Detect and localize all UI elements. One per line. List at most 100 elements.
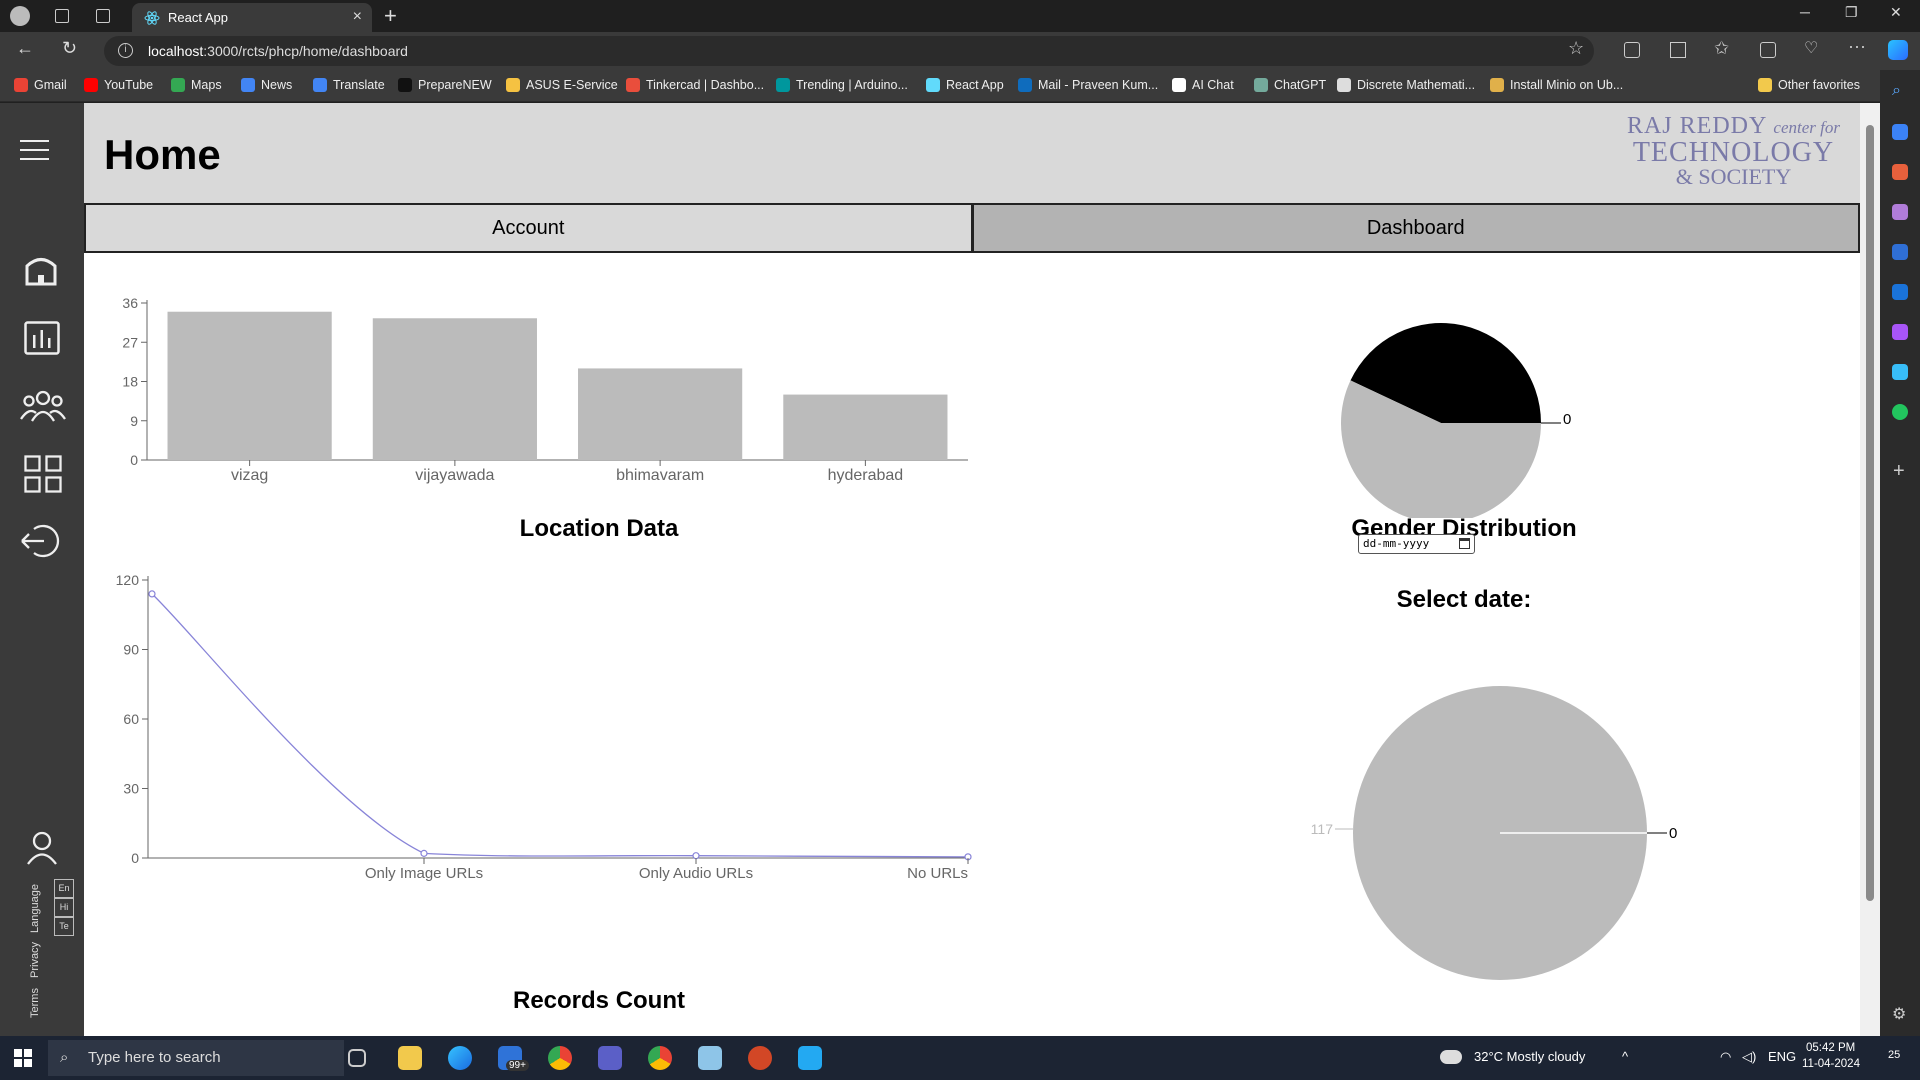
volume-icon[interactable]: ◁) — [1742, 1049, 1756, 1065]
lang-hi-button[interactable]: Hi — [54, 898, 74, 917]
notifications-count[interactable]: 25 — [1888, 1049, 1900, 1061]
users-group-icon[interactable] — [20, 389, 66, 423]
windows-start-icon[interactable] — [14, 1049, 32, 1067]
lang-en-button[interactable]: En — [54, 879, 74, 898]
scroll-thumb[interactable] — [1866, 125, 1874, 901]
bookmark-favicon-icon — [1172, 78, 1186, 92]
outlook-icon[interactable] — [1892, 284, 1908, 300]
terms-link[interactable]: Terms — [29, 988, 41, 1018]
bookmark-item[interactable]: YouTube — [84, 78, 153, 92]
date-input[interactable]: dd-mm-yyyy — [1358, 534, 1475, 554]
bookmark-item[interactable]: React App — [926, 78, 1004, 92]
network-icon[interactable]: ◠ — [1720, 1049, 1731, 1065]
bookmark-item[interactable]: PrepareNEW — [398, 78, 492, 92]
home-icon[interactable] — [24, 251, 58, 287]
edge-taskbar-icon[interactable] — [448, 1046, 472, 1070]
search-icon[interactable]: ⌕ — [1892, 82, 1901, 100]
bookmark-item[interactable]: ChatGPT — [1254, 78, 1326, 92]
bookmark-item[interactable]: Install Minio on Ub... — [1490, 78, 1623, 92]
tools-icon[interactable] — [1892, 164, 1908, 180]
user-profile-icon[interactable] — [26, 831, 58, 865]
close-window-icon[interactable]: ✕ — [1890, 4, 1902, 21]
settings-gear-icon[interactable]: ⚙ — [1892, 1004, 1906, 1024]
collections-icon[interactable] — [1760, 42, 1776, 58]
send-icon[interactable] — [1892, 364, 1908, 380]
shopping-icon[interactable] — [1892, 124, 1908, 140]
games-icon[interactable] — [1892, 204, 1908, 220]
address-bar[interactable]: i localhost:3000/rcts/phcp/home/dashboar… — [104, 36, 1594, 66]
powerpoint-icon[interactable] — [748, 1046, 772, 1070]
hamburger-menu-icon[interactable] — [20, 139, 50, 161]
more-menu-icon[interactable]: ··· — [1848, 36, 1866, 57]
lang-te-button[interactable]: Te — [54, 917, 74, 936]
clock-date[interactable]: 11-04-2024 — [1802, 1058, 1860, 1070]
performance-icon[interactable]: ♡ — [1804, 38, 1818, 58]
split-screen-icon[interactable] — [1670, 42, 1686, 58]
profile-icon[interactable] — [10, 6, 30, 26]
restore-icon[interactable]: ❐ — [1845, 4, 1858, 21]
bookmark-item[interactable]: Discrete Mathemati... — [1337, 78, 1475, 92]
close-tab-icon[interactable]: × — [353, 8, 362, 26]
y-tick-label: 9 — [130, 413, 138, 429]
minimize-icon[interactable]: ─ — [1800, 4, 1810, 20]
task-view-icon[interactable] — [348, 1049, 366, 1067]
office-icon[interactable] — [1892, 244, 1908, 260]
clock-time[interactable]: 05:42 PM — [1806, 1042, 1855, 1054]
line-point — [420, 849, 428, 857]
y-tick-label: 120 — [116, 572, 140, 588]
back-icon[interactable]: ← — [16, 38, 34, 59]
page-scrollbar[interactable] — [1860, 103, 1880, 1036]
tab-actions-icon[interactable] — [96, 9, 110, 23]
extensions-icon[interactable] — [1624, 42, 1640, 58]
taskbar-search[interactable]: ⌕ Type here to search — [48, 1040, 344, 1076]
favorites-icon[interactable]: ✩ — [1714, 38, 1729, 59]
copilot-icon[interactable] — [1888, 40, 1908, 60]
notepad-icon[interactable] — [698, 1046, 722, 1070]
x-tick-label: bhimavaram — [616, 467, 704, 484]
new-tab-icon[interactable]: + — [384, 3, 397, 29]
y-tick-label: 18 — [122, 374, 138, 390]
refresh-icon[interactable]: ↻ — [62, 38, 77, 59]
app-main: Home RAJ REDDY center for TECHNOLOGY & S… — [84, 103, 1860, 1036]
bookmark-item[interactable]: Translate — [313, 78, 385, 92]
chrome-profile-icon[interactable] — [648, 1046, 672, 1070]
bookmark-label: Tinkercad | Dashbo... — [646, 78, 765, 92]
logout-icon[interactable] — [20, 523, 60, 559]
bookmark-item[interactable]: Trending | Arduino... — [776, 78, 908, 92]
browser-tab[interactable]: React App × — [132, 3, 372, 32]
favorite-star-icon[interactable]: ☆ — [1568, 38, 1584, 59]
tab-account[interactable]: Account — [84, 203, 973, 253]
tray-chevron-icon[interactable]: ^ — [1622, 1049, 1628, 1064]
bookmark-item[interactable]: AI Chat — [1172, 78, 1234, 92]
bar-chart-icon[interactable] — [24, 321, 60, 355]
calendar-icon[interactable] — [1459, 538, 1470, 549]
tab-dashboard[interactable]: Dashboard — [972, 203, 1860, 253]
workspaces-icon[interactable] — [55, 9, 69, 23]
bookmark-item[interactable]: Tinkercad | Dashbo... — [626, 78, 764, 92]
add-icon[interactable]: + — [1893, 460, 1905, 483]
bookmark-item[interactable]: Maps — [171, 78, 222, 92]
other-favorites[interactable]: Other favorites — [1758, 78, 1860, 92]
bookmark-favicon-icon — [626, 78, 640, 92]
weather-text[interactable]: 32°C Mostly cloudy — [1474, 1049, 1585, 1064]
bookmark-favicon-icon — [1337, 78, 1351, 92]
select-date-label: Select date: — [1396, 586, 1532, 613]
teams-icon[interactable] — [598, 1046, 622, 1070]
bookmark-item[interactable]: Gmail — [14, 78, 67, 92]
file-explorer-icon[interactable] — [398, 1046, 422, 1070]
y-tick-label: 60 — [123, 711, 139, 727]
bookmark-favicon-icon — [14, 78, 28, 92]
bookmark-item[interactable]: ASUS E-Service — [506, 78, 618, 92]
designer-icon[interactable] — [1892, 324, 1908, 340]
language-indicator[interactable]: ENG — [1768, 1049, 1796, 1064]
info-icon[interactable]: i — [118, 43, 133, 58]
tree-icon[interactable] — [1892, 404, 1908, 420]
y-tick-label: 30 — [123, 781, 139, 797]
chrome-icon[interactable] — [548, 1046, 572, 1070]
privacy-link[interactable]: Privacy — [29, 942, 41, 978]
grid-apps-icon[interactable] — [24, 455, 62, 493]
bookmark-item[interactable]: Mail - Praveen Kum... — [1018, 78, 1158, 92]
vscode-icon[interactable] — [798, 1046, 822, 1070]
bookmark-label: ChatGPT — [1274, 78, 1327, 92]
bookmark-item[interactable]: News — [241, 78, 292, 92]
